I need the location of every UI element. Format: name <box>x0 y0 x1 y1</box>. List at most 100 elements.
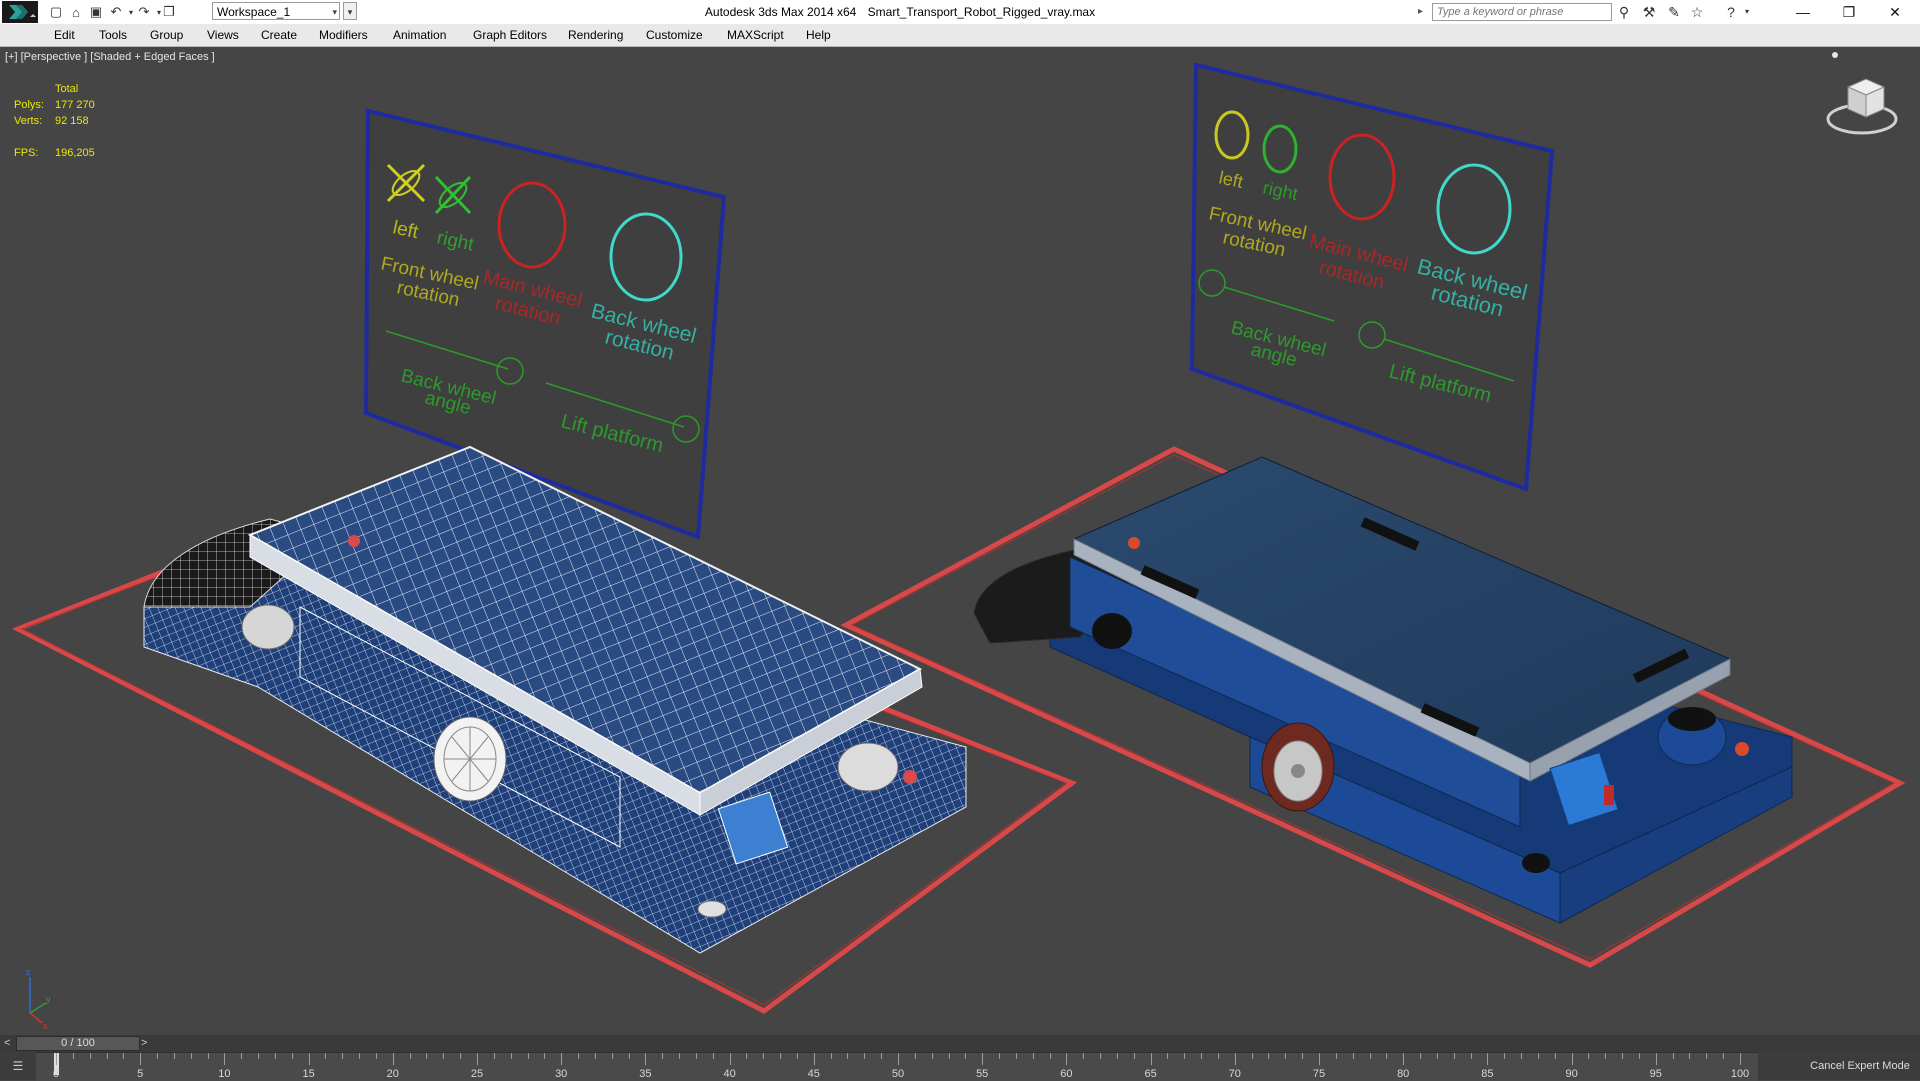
timeline-tick <box>594 1053 596 1059</box>
axis-x-label: x <box>43 1021 48 1031</box>
menu-modifiers[interactable]: Modifiers <box>319 24 368 46</box>
timeline-tick <box>173 1053 175 1059</box>
timeline-tick <box>190 1053 192 1059</box>
timeline-tick-label: 40 <box>723 1068 736 1080</box>
track-bar[interactable]: 0 5 10 15 20 25 30 35 40 45 50 55 60 65 70 75 80 85 90 95 10… <box>36 1052 1758 1081</box>
viewcube[interactable] <box>1826 78 1898 135</box>
timeline-tick <box>72 1053 74 1059</box>
menu-animation[interactable]: Animation <box>393 24 446 46</box>
perspective-viewport[interactable]: [+] [Perspective ] [Shaded + Edged Faces… <box>0 47 1920 1035</box>
shaded-robot-model[interactable] <box>973 456 1793 924</box>
timeline-tick <box>982 1053 984 1065</box>
timeline-tick-label: 100 <box>1730 1068 1750 1080</box>
quick-access-dropdown[interactable]: ▾ <box>343 2 357 20</box>
timeline-tick-label: 90 <box>1565 1068 1578 1080</box>
timeline-tick <box>662 1053 664 1059</box>
workspace-select[interactable]: Workspace_1 ▾ <box>212 2 340 20</box>
minimize-icon[interactable]: — <box>1780 0 1826 24</box>
timeline-tick <box>106 1053 108 1059</box>
timeline-tick <box>1436 1053 1438 1059</box>
restore-icon[interactable]: ❐ <box>1826 0 1872 24</box>
close-icon[interactable]: ✕ <box>1872 0 1918 24</box>
scene-canvas: left right Front wheel rotation Main whe… <box>11 52 1906 1031</box>
timeline-tick <box>1234 1053 1236 1065</box>
timeline-tick-label: 85 <box>1481 1068 1494 1080</box>
timeline-tick <box>157 1053 159 1059</box>
menu-rendering[interactable]: Rendering <box>568 24 623 46</box>
file-title: Smart_Transport_Robot_Rigged_vray.max <box>867 5 1096 19</box>
timeline-tick <box>123 1053 125 1059</box>
timeline-tick <box>1487 1053 1489 1065</box>
timeline-tick <box>1386 1053 1388 1059</box>
cancel-expert-mode-button[interactable]: Cancel Expert Mode <box>1800 1053 1920 1080</box>
timeline-tick <box>948 1053 950 1059</box>
timeline-tick <box>1537 1053 1539 1059</box>
axis-y-label: y <box>46 994 51 1004</box>
new-file-icon[interactable]: ▢ <box>47 3 65 21</box>
timeline-tick <box>207 1053 209 1059</box>
communication-center-icon[interactable]: ✎ <box>1665 3 1683 21</box>
timeline-tick <box>1554 1053 1556 1059</box>
timeline-tick-label: 35 <box>639 1068 652 1080</box>
time-slider-thumb[interactable]: 0 / 100 <box>16 1036 140 1051</box>
timeline-tick <box>1740 1053 1741 1065</box>
project-folder-icon[interactable]: ❐ <box>160 3 178 21</box>
app-menu-button[interactable] <box>2 1 38 23</box>
timeline-tick <box>258 1053 260 1059</box>
app-title: Autodesk 3ds Max 2014 x64 <box>704 5 857 19</box>
timeline-tick <box>1352 1053 1354 1059</box>
timeline-tick <box>460 1053 462 1059</box>
wireframe-robot-model[interactable] <box>143 445 967 954</box>
menu-create[interactable]: Create <box>261 24 297 46</box>
timeline-tick-label: 30 <box>555 1068 568 1080</box>
timeline-tick <box>1319 1053 1320 1065</box>
menu-views[interactable]: Views <box>207 24 239 46</box>
timeline-tick <box>510 1053 512 1059</box>
search-input[interactable] <box>1432 3 1612 21</box>
timeline-panel: < 0 / 100 > ☰ 0 5 10 15 20 25 30 35 40 45 50 55 60 65… <box>0 1035 1920 1081</box>
timeline-tick <box>291 1053 293 1059</box>
timeline-tick-label: 75 <box>1312 1068 1326 1080</box>
menu-tools[interactable]: Tools <box>99 24 127 46</box>
menu-customize[interactable]: Customize <box>646 24 703 46</box>
timeline-tick <box>1251 1053 1253 1059</box>
favorites-star-icon[interactable]: ☆ <box>1688 3 1706 21</box>
subscription-icon[interactable]: ⚒ <box>1640 3 1658 21</box>
timeline-tick <box>1083 1053 1085 1059</box>
timeline-tick <box>274 1053 276 1059</box>
timeline-tick <box>1217 1053 1219 1059</box>
mini-curve-editor-icon[interactable]: ☰ <box>6 1055 30 1077</box>
timeline-tick <box>89 1053 91 1059</box>
timeline-tick-label: 5 <box>137 1068 144 1080</box>
timeline-tick <box>898 1053 899 1065</box>
right-control-panel[interactable]: left right Front wheel rotation Main whe… <box>1189 62 1555 492</box>
timeline-tick <box>763 1053 765 1059</box>
save-icon[interactable]: ▣ <box>87 3 105 21</box>
binoculars-icon[interactable]: ⚲ <box>1615 3 1633 21</box>
menu-maxscript[interactable]: MAXScript <box>727 24 784 46</box>
timeline-tick <box>224 1053 226 1065</box>
menu-help[interactable]: Help <box>806 24 831 46</box>
timeline-tick <box>1453 1053 1455 1059</box>
timeline-tick-label: 20 <box>386 1068 399 1080</box>
menu-group[interactable]: Group <box>150 24 183 46</box>
timeline-tick <box>56 1053 57 1065</box>
open-folder-icon[interactable]: ⌂ <box>67 3 85 21</box>
help-dropdown-icon[interactable]: ▾ <box>1738 3 1756 21</box>
time-next-button[interactable]: > <box>141 1036 153 1050</box>
timeline-tick <box>1201 1053 1203 1059</box>
home-icon[interactable] <box>1832 52 1838 58</box>
time-prev-button[interactable]: < <box>4 1036 16 1050</box>
timeline-tick-label: 55 <box>976 1068 989 1080</box>
menu-edit[interactable]: Edit <box>54 24 75 46</box>
timeline-tick <box>1015 1053 1017 1059</box>
timeline-tick <box>1302 1053 1304 1059</box>
timeline-tick <box>1638 1053 1640 1059</box>
menu-graph-editors[interactable]: Graph Editors <box>473 24 547 46</box>
time-slider[interactable]: < 0 / 100 > <box>0 1035 1920 1052</box>
search-expand-icon[interactable]: ▸ <box>1418 3 1430 21</box>
timeline-tick <box>1184 1053 1186 1059</box>
timeline-tick <box>241 1053 243 1059</box>
timeline-tick-label: 15 <box>302 1068 315 1080</box>
timeline-tick <box>1521 1053 1523 1059</box>
